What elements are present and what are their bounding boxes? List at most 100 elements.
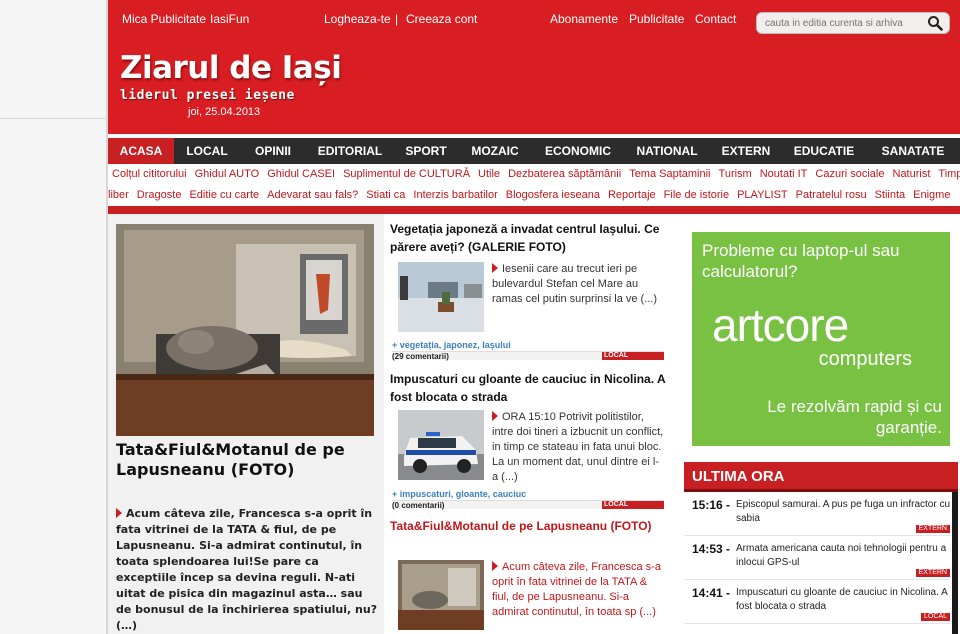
news-section-badge[interactable]: EXTERN [915,569,950,577]
article-title[interactable]: Impuscaturi cu gloante de cauciuc in Nic… [390,370,666,406]
news-headline[interactable]: Armata americana cauta noi tehnologii pe… [736,542,950,570]
bullet-triangle-icon [492,411,498,421]
latest-news-item[interactable]: 14:41 - Impuscaturi cu gloante de cauciu… [684,582,950,624]
nav-mozaic[interactable]: MOZAIC [458,138,532,164]
subnav-link[interactable]: Stiati ca [366,189,405,201]
article-excerpt: ORA 15:10 Potrivit politistilor, intre d… [492,411,664,483]
link-contact[interactable]: Contact [695,12,736,26]
left-divider [0,118,106,119]
link-publicitate[interactable]: Publicitate [629,12,684,26]
subnav-link[interactable]: Ghidul CASEI [267,168,335,180]
ad-brand-logo: artcore [712,299,849,351]
search-icon[interactable] [927,15,943,31]
nav-educatie[interactable]: EDUCATIE [782,138,866,164]
nav-local[interactable]: LOCAL [174,138,240,164]
latest-news-widget: ULTIMA ORA 15:16 - Episcopul samurai. A … [684,462,958,634]
subnav-link[interactable]: Blogosfera ieseana [506,189,600,201]
subnav-link[interactable]: Reportaje [608,189,656,201]
news-section-badge[interactable]: LOCAL [921,613,950,621]
nav-sanatate[interactable]: SANATATE [866,138,960,164]
subnav-link[interactable]: Utile [478,168,500,180]
article-title[interactable]: Tata&Fiul&Motanul de pe Lapusneanu (FOTO… [390,517,666,535]
news-time: 14:41 - [692,586,731,600]
left-margin [0,0,106,634]
subnav-link[interactable]: Timp [938,168,960,180]
nav-opinii[interactable]: OPINII [240,138,306,164]
subnav-link[interactable]: Cazuri sociale [815,168,884,180]
subnav-link[interactable]: PLAYLIST [737,189,788,201]
news-headline[interactable]: Impuscaturi cu gloante de cauciuc in Nic… [736,586,950,614]
subnav-link[interactable]: Suplimentul de CULTURĂ [343,168,470,180]
latest-news-title: ULTIMA ORA [684,462,958,492]
subnav-link[interactable]: Turism [719,168,752,180]
subnav-row-2: liber Dragoste Editie cu carte Adevarat sau… [108,185,958,205]
nav-acasa[interactable]: ACASA [108,138,174,164]
latest-news-item[interactable]: 15:16 - Episcopul samurai. A pus pe fuga… [684,494,950,536]
search-input[interactable] [765,16,925,31]
nav-sport[interactable]: SPORT [394,138,458,164]
nav-editorial[interactable]: EDITORIAL [306,138,394,164]
subnav-link[interactable]: Interzis barbatilor [413,189,497,201]
comments-count[interactable]: (29 comentarii) [392,352,449,361]
ad-brand-sub: computers [818,348,912,370]
subnav-link[interactable]: Ghidul AUTO [195,168,260,180]
subnav-link[interactable]: Dezbaterea săptămânii [508,168,621,180]
article-excerpt: Acum câteva zile, Francesca s-a oprit în… [492,561,661,618]
subnav-link[interactable]: Adevarat sau fals? [267,189,358,201]
subnav-row-1: Colțul cititorului Ghidul AUTO Ghidul CASE… [112,164,960,184]
news-headline[interactable]: Episcopul samurai. A pus pe fuga un infr… [736,498,950,526]
subnav-link[interactable]: File de istorie [664,189,729,201]
news-column: Vegetația japoneză a invadat centrul Iaș… [390,214,666,634]
subnav-link[interactable]: Enigme [913,189,950,201]
article-tags[interactable]: + impuscaturi, gloante, cauciuc [392,489,526,499]
subnav-link[interactable]: liber [108,189,129,201]
subnav-link[interactable]: Editie cu carte [189,189,259,201]
article-meta: (29 comentarii) LOCAL [392,351,664,361]
bullet-triangle-icon [492,561,498,571]
article-meta: (0 comentarii) LOCAL [392,500,664,510]
link-abonamente[interactable]: Abonamente [550,12,618,26]
site-logo[interactable]: Ziarul de Iași [120,50,342,86]
site-tagline: liderul presei ieșene [120,88,295,103]
ad-headline: Probleme cu laptop-ul sau calculatorul? [702,241,900,281]
article-thumbnail[interactable] [398,560,484,630]
featured-excerpt: Acum câteva zile, Francesca s-a oprit în… [116,507,378,632]
link-iasifun[interactable]: IasiFun [210,12,249,26]
nav-national[interactable]: NATIONAL [624,138,710,164]
news-section-badge[interactable]: EXTERN [915,525,950,533]
news-time: 15:16 - [692,498,731,512]
subnav-link[interactable]: Colțul cititorului [112,168,187,180]
article-title[interactable]: Vegetația japoneză a invadat centrul Iaș… [390,220,666,256]
article-thumbnail[interactable] [398,262,484,332]
featured-photo[interactable] [116,224,374,436]
login-link[interactable]: Logheaza-te [324,12,391,26]
register-link[interactable]: Creeaza cont [406,12,477,26]
link-mica-publicitate[interactable]: Mica Publicitate [122,12,206,26]
subnav-link[interactable]: Stiinta [875,189,906,201]
article-thumbnail[interactable] [398,410,484,480]
page: Mica Publicitate IasiFun Logheaza-te | C… [106,0,960,634]
latest-news-scrollbar[interactable] [952,492,958,634]
news-time: 14:53 - [692,542,731,556]
article-tags[interactable]: + vegetația, japonez, Iașului [392,340,511,350]
comments-count[interactable]: (0 comentarii) [392,501,444,510]
search-box [756,12,950,34]
featured-article: Tata&Fiul&Motanul de pe Lapusneanu (FOTO… [108,214,384,634]
main-nav: ACASA LOCAL OPINII EDITORIAL SPORT MOZAI… [108,138,960,164]
subnav-link[interactable]: Naturist [893,168,931,180]
nav-extern[interactable]: EXTERN [710,138,782,164]
featured-title[interactable]: Tata&Fiul&Motanul de pe Lapusneanu (FOTO… [116,440,378,480]
current-date: joi, 25.04.2013 [188,106,261,118]
bullet-triangle-icon [492,263,498,273]
subnav-link[interactable]: Tema Saptaminii [629,168,710,180]
subnav-link[interactable]: Dragoste [137,189,182,201]
section-badge[interactable]: LOCAL [602,501,664,509]
sub-nav: Colțul cititorului Ghidul AUTO Ghidul CASE… [108,164,960,206]
subnav-link[interactable]: Patratelul rosu [796,189,867,201]
nav-economic[interactable]: ECONOMIC [532,138,624,164]
section-badge[interactable]: LOCAL [602,352,664,360]
bullet-triangle-icon [116,508,122,518]
subnav-link[interactable]: Noutati IT [760,168,808,180]
latest-news-item[interactable]: 14:53 - Armata americana cauta noi tehno… [684,538,950,580]
artcore-ad-banner[interactable]: Probleme cu laptop-ul sau calculatorul? … [692,232,950,446]
